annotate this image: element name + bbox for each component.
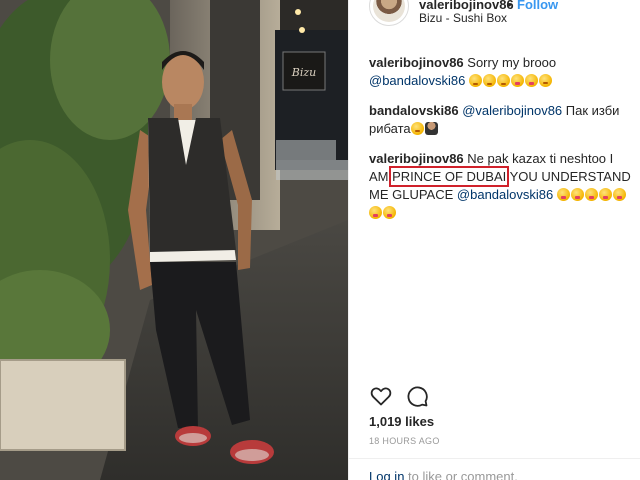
comment-item: valeribojinov86 Sorry my brooo @bandalov… — [369, 54, 631, 90]
smiling-face-icon — [538, 74, 552, 87]
man-in-suit-icon — [424, 122, 438, 135]
post-actions — [369, 384, 631, 408]
laughing-face-icon — [410, 122, 424, 135]
tongue-face-icon — [510, 74, 524, 87]
comment-username[interactable]: valeribojinov86 — [369, 151, 464, 166]
post-photo: Bizu — [0, 0, 348, 480]
avatar-image — [373, 0, 405, 22]
sad-face-icon — [496, 74, 510, 87]
comment-username[interactable]: valeribojinov86 — [369, 55, 464, 70]
sad-face-icon — [468, 74, 482, 87]
comment-username[interactable]: bandalovski86 — [369, 103, 459, 118]
post-photo-illustration: Bizu — [0, 0, 348, 480]
login-prompt: Log in to like or comment. — [349, 458, 640, 480]
login-prompt-rest: to like or comment. — [408, 469, 518, 480]
login-prompt-text: Log in to like or comment. — [369, 469, 518, 480]
tongue-face-icon — [524, 74, 538, 87]
tongue-face-icon — [383, 206, 396, 219]
location-link[interactable]: Bizu - Sushi Box — [419, 11, 507, 25]
comment-mention[interactable]: @bandalovski86 — [369, 73, 465, 88]
tongue-face-icon — [598, 188, 612, 201]
header-separator: • — [507, 0, 512, 12]
highlighted-text: PRINCE OF DUBAI — [389, 166, 510, 187]
sad-face-icon — [482, 74, 496, 87]
comment-item: bandalovski86 @valeribojinov86 Пак изби … — [369, 102, 631, 138]
emoji-row — [468, 73, 553, 88]
comment-mention[interactable]: @valeribojinov86 — [462, 103, 562, 118]
avatar[interactable] — [369, 0, 409, 26]
comment-item: valeribojinov86 Ne pak kazax ti neshtoo … — [369, 150, 631, 222]
tongue-face-icon — [612, 188, 626, 201]
post-side-panel: valeribojinov86 • Follow Bizu - Sushi Bo… — [348, 0, 640, 480]
tongue-face-icon — [556, 188, 570, 201]
follow-button[interactable]: Follow — [517, 0, 558, 12]
comment-list: valeribojinov86 Sorry my brooo @bandalov… — [369, 54, 631, 234]
tongue-face-icon — [570, 188, 584, 201]
tongue-face-icon — [369, 206, 382, 219]
post-timestamp: 18 HOURS AGO — [369, 436, 440, 446]
likes-count[interactable]: 1,019 likes — [369, 414, 434, 429]
comment-bubble-icon[interactable] — [405, 384, 429, 408]
post-header: valeribojinov86 • Follow Bizu - Sushi Bo… — [349, 0, 640, 40]
login-link[interactable]: Log in — [369, 469, 404, 480]
comment-text: Sorry my brooo — [467, 55, 557, 70]
tongue-face-icon — [584, 188, 598, 201]
heart-icon[interactable] — [369, 384, 393, 408]
comment-mention[interactable]: @bandalovski86 — [457, 187, 553, 202]
restaurant-sign-text: Bizu — [291, 66, 316, 79]
